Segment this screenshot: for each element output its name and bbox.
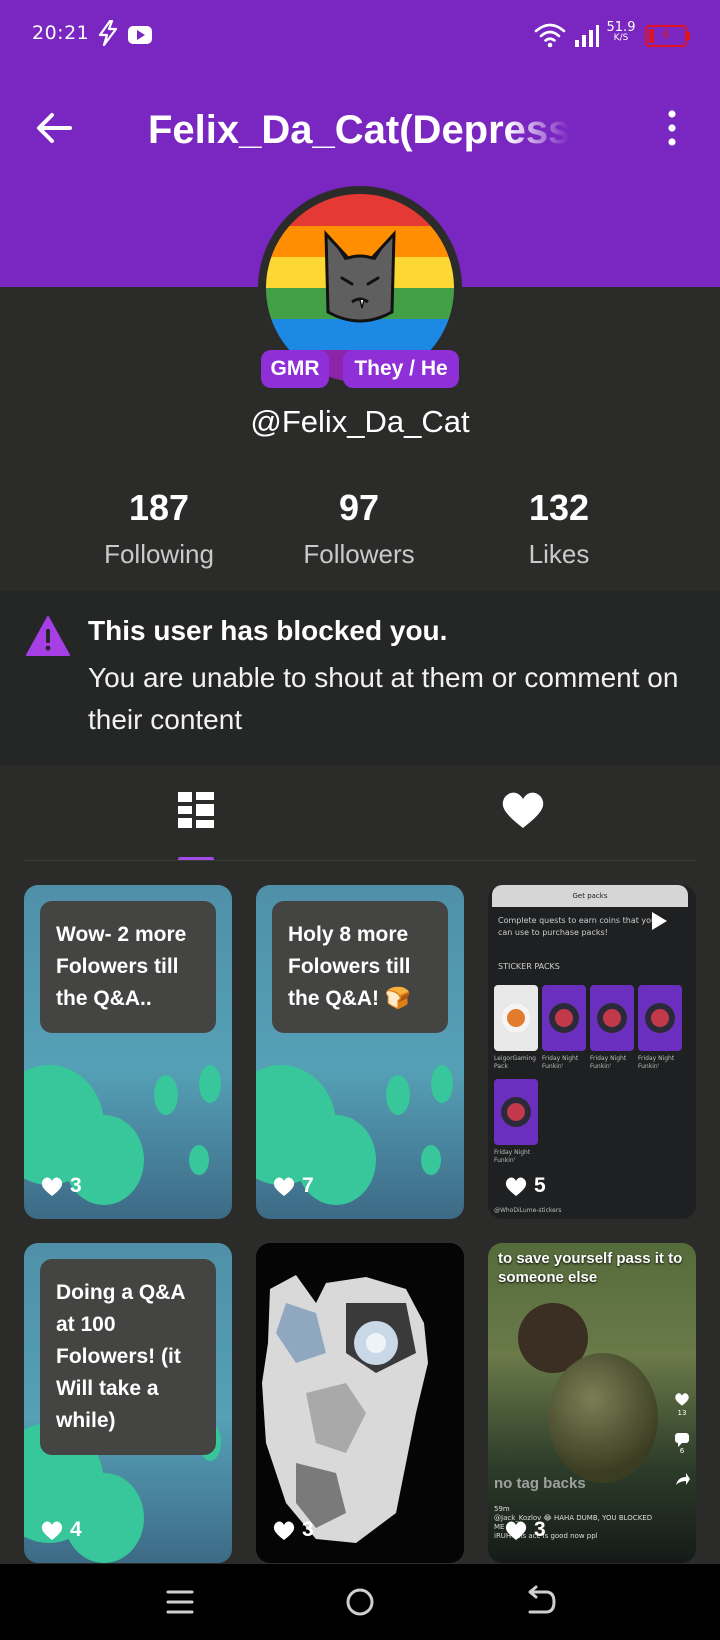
warning-icon xyxy=(26,616,70,656)
heart-icon xyxy=(41,1521,63,1540)
share-icon xyxy=(676,1473,690,1485)
post-card[interactable]: to save yourself pass it to someone else… xyxy=(488,1243,696,1563)
heart-icon xyxy=(505,1521,527,1540)
post-card[interactable]: Holy 8 more Folowers till the Q&A! 🍞 7 xyxy=(256,885,464,1219)
post-likes: 5 xyxy=(504,1173,546,1199)
system-navigation-bar xyxy=(0,1564,720,1640)
heart-icon xyxy=(273,1177,295,1196)
page-title: Felix_Da_Cat(Depressed xyxy=(148,108,570,152)
blocked-notice: This user has blocked you. You are unabl… xyxy=(0,591,720,765)
status-time: 20:21 xyxy=(32,22,90,44)
youtube-icon xyxy=(128,26,152,44)
heart-icon[interactable] xyxy=(493,782,553,838)
stat-value: 97 xyxy=(338,487,380,528)
post-likes: 7 xyxy=(272,1173,314,1199)
heart-icon xyxy=(41,1177,63,1196)
post-likes: 4 xyxy=(40,1517,82,1543)
stat-label: Followers xyxy=(303,539,415,569)
tag-pill: GMR xyxy=(261,350,329,388)
meme-caption: to save yourself pass it to someone else xyxy=(498,1250,683,1286)
network-speed: 51.9 K/S xyxy=(606,20,636,43)
grid-icon[interactable] xyxy=(166,782,226,838)
stat-value: 132 xyxy=(528,487,590,528)
stat-value: 187 xyxy=(128,487,190,528)
notice-title: This user has blocked you. xyxy=(88,615,448,646)
stat-following[interactable]: 187 Following xyxy=(59,487,259,570)
more-vertical-icon[interactable] xyxy=(654,108,690,148)
stat-followers[interactable]: 97 Followers xyxy=(259,487,459,570)
post-card[interactable]: Wow- 2 more Folowers till the Q&A.. 3 xyxy=(24,885,232,1219)
screenshot-description: Complete quests to earn coins that you c… xyxy=(498,916,657,937)
post-card[interactable]: 3 xyxy=(256,1243,464,1563)
meme-bottom-text: no tag backs xyxy=(494,1475,586,1492)
post-likes: 3 xyxy=(40,1173,82,1199)
signal-icon xyxy=(575,25,599,47)
home-icon[interactable] xyxy=(340,1584,380,1620)
post-text: Holy 8 more Folowers till the Q&A! 🍞 xyxy=(272,901,448,1033)
heart-icon xyxy=(675,1393,689,1406)
screenshot-header: Get packs xyxy=(492,885,688,907)
post-likes: 3 xyxy=(504,1517,546,1543)
screenshot-section: STICKER PACKS xyxy=(498,962,560,971)
menu-icon[interactable] xyxy=(160,1584,200,1620)
pixel-cat-image xyxy=(262,1275,428,1543)
post-card[interactable]: Doing a Q&A at 100 Folowers! (it Will ta… xyxy=(24,1243,232,1563)
heart-icon xyxy=(505,1177,527,1196)
stat-label: Likes xyxy=(528,539,590,569)
battery-icon: 6 xyxy=(645,25,690,47)
battery-level: 6 xyxy=(662,28,670,41)
heart-icon xyxy=(273,1521,295,1540)
stat-likes[interactable]: 132 Likes xyxy=(459,487,659,570)
notice-message: You are unable to shout at them or comme… xyxy=(88,662,679,735)
post-card[interactable]: Get packs Complete quests to earn coins … xyxy=(488,885,696,1219)
stat-label: Following xyxy=(104,539,214,569)
play-icon xyxy=(652,912,667,930)
pronouns-pill: They / He xyxy=(343,350,459,388)
back-icon[interactable] xyxy=(520,1584,560,1620)
lightning-icon xyxy=(98,20,118,46)
status-bar: 20:21 51.9 K/S 6 xyxy=(0,0,720,72)
divider xyxy=(24,860,696,861)
post-text: Doing a Q&A at 100 Folowers! (it Will ta… xyxy=(40,1259,216,1455)
post-text: Wow- 2 more Folowers till the Q&A.. xyxy=(40,901,216,1033)
arrow-left-icon[interactable] xyxy=(30,104,78,152)
comment-icon xyxy=(675,1433,689,1447)
username-handle: @Felix_Da_Cat xyxy=(250,404,470,439)
grenade-image xyxy=(548,1353,658,1483)
wifi-icon xyxy=(534,23,566,48)
post-likes: 3 xyxy=(272,1517,314,1543)
